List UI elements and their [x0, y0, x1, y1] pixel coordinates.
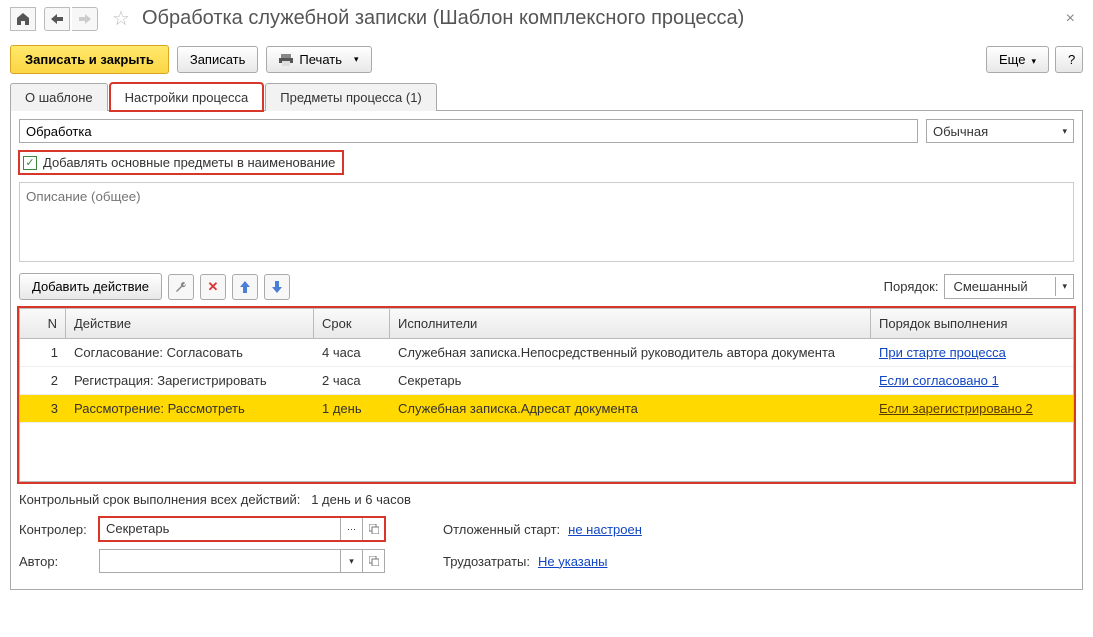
col-exec[interactable]: Исполнители [390, 309, 871, 338]
order-select[interactable]: Смешанный ▾ [944, 274, 1074, 299]
controller-field[interactable]: Секретарь ⋯ [99, 517, 385, 541]
table-row[interactable]: 1 Согласование: Согласовать 4 часа Служе… [20, 339, 1073, 367]
controller-label: Контролер: [19, 522, 91, 537]
table-row[interactable]: 2 Регистрация: Зарегистрировать 2 часа С… [20, 367, 1073, 395]
chevron-down-icon[interactable]: ▾ [340, 550, 362, 572]
order-label: Порядок: [884, 279, 939, 294]
order-link[interactable]: При старте процесса [879, 345, 1006, 360]
more-button[interactable]: Еще [986, 46, 1049, 73]
open-button[interactable] [362, 518, 384, 540]
arrow-up-icon [239, 281, 251, 293]
page-title: Обработка служебной записки (Шаблон комп… [142, 7, 744, 30]
home-button[interactable] [10, 7, 36, 31]
home-icon [16, 12, 30, 26]
tab-process-settings[interactable]: Настройки процесса [110, 83, 264, 111]
settings-action-button[interactable] [168, 274, 194, 300]
arrow-down-icon [271, 281, 283, 293]
author-label: Автор: [19, 554, 91, 569]
open-button[interactable] [362, 550, 384, 572]
forward-button[interactable] [72, 7, 98, 31]
add-subjects-label: Добавлять основные предметы в наименован… [43, 155, 335, 170]
save-button[interactable]: Записать [177, 46, 259, 73]
printer-icon [279, 54, 293, 66]
deferred-label: Отложенный старт: [443, 522, 560, 537]
summary-value: 1 день и 6 часов [311, 492, 411, 507]
add-subjects-checkbox[interactable]: ✓ [23, 156, 37, 170]
wrench-icon [174, 280, 188, 294]
move-down-button[interactable] [264, 274, 290, 300]
delete-action-button[interactable]: ✕ [200, 274, 226, 300]
deferred-link[interactable]: не настроен [568, 522, 642, 537]
add-subjects-checkbox-row: ✓ Добавлять основные предметы в наименов… [19, 151, 343, 174]
col-action[interactable]: Действие [66, 309, 314, 338]
effort-link[interactable]: Не указаны [538, 554, 608, 569]
move-up-button[interactable] [232, 274, 258, 300]
x-icon: ✕ [208, 279, 219, 295]
chevron-down-icon: ▾ [1062, 126, 1067, 137]
effort-label: Трудозатраты: [443, 554, 530, 569]
col-order[interactable]: Порядок выполнения [871, 309, 1073, 338]
order-link[interactable]: Если согласовано 1 [879, 373, 999, 388]
col-n[interactable]: N [20, 309, 66, 338]
chevron-down-icon: ▾ [1055, 277, 1073, 296]
order-link[interactable]: Если зарегистрировано 2 [879, 401, 1033, 416]
col-due[interactable]: Срок [314, 309, 390, 338]
actions-table: N Действие Срок Исполнители Порядок выпо… [19, 308, 1074, 482]
process-name-input[interactable] [19, 119, 918, 143]
open-icon [369, 556, 379, 566]
tab-about[interactable]: О шаблоне [10, 83, 108, 111]
importance-select[interactable]: Обычная ▾ [926, 119, 1074, 143]
save-close-button[interactable]: Записать и закрыть [10, 45, 169, 74]
open-icon [369, 524, 379, 534]
arrow-left-icon [51, 14, 63, 24]
arrow-right-icon [79, 14, 91, 24]
summary-label: Контрольный срок выполнения всех действи… [19, 492, 300, 507]
print-button[interactable]: Печать [266, 46, 371, 73]
back-button[interactable] [44, 7, 70, 31]
description-textarea[interactable] [19, 182, 1074, 262]
author-field[interactable]: ▾ [99, 549, 385, 573]
add-action-button[interactable]: Добавить действие [19, 273, 162, 300]
favorite-star-icon[interactable]: ☆ [112, 6, 130, 31]
ellipsis-button[interactable]: ⋯ [340, 518, 362, 540]
help-button[interactable]: ? [1055, 46, 1083, 73]
close-button[interactable]: × [1058, 10, 1083, 28]
tab-subjects[interactable]: Предметы процесса (1) [265, 83, 437, 111]
table-row[interactable]: 3 Рассмотрение: Рассмотреть 1 день Служе… [20, 395, 1073, 423]
